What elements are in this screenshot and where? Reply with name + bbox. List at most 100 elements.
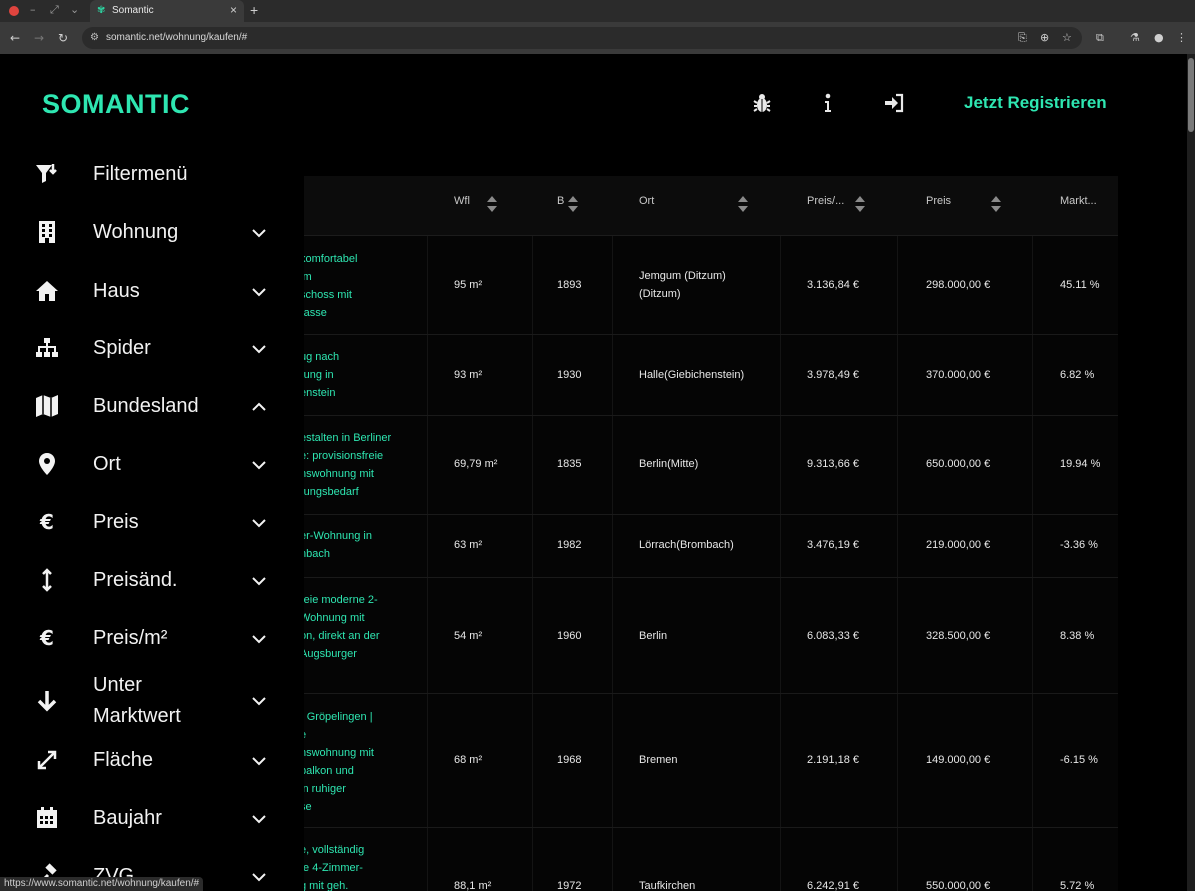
table-row[interactable]: komfortabel im schoss mit rasse 95 m² 18…	[304, 236, 1118, 335]
table-row[interactable]: er-Wohnung in nbach 63 m² 1982 Lörrach(B…	[304, 515, 1118, 578]
listing-title-link[interactable]: - Gröpelingen | e nswohnung mit balkon u…	[304, 708, 416, 816]
window-close-button[interactable]	[9, 6, 19, 16]
listing-title-link[interactable]: komfortabel im schoss mit rasse	[304, 250, 416, 322]
chevron-down-icon[interactable]	[250, 514, 268, 532]
cell-marktwert: -6.15 %	[1060, 754, 1098, 766]
sort-icon[interactable]	[487, 196, 497, 214]
sidebar-item-ort[interactable]: Ort	[0, 440, 304, 488]
title-line: im	[304, 271, 312, 283]
forward-arrow-icon[interactable]: →	[34, 30, 44, 46]
column-header-baujahr[interactable]: B	[557, 194, 564, 208]
table-row[interactable]: e, vollständig te 4-Zimmer- g mit geh. 8…	[304, 828, 1118, 891]
cell-preis-m2: 3.136,84 €	[807, 279, 859, 291]
cell-preis-m2: 3.978,49 €	[807, 369, 859, 381]
sidebar-item-wohnung[interactable]: Wohnung	[0, 208, 304, 256]
table-row[interactable]: ug nach rung in enstein 93 m² 1930 Halle…	[304, 335, 1118, 416]
listing-title-link[interactable]: e, vollständig te 4-Zimmer- g mit geh.	[304, 841, 416, 891]
sidebar-item-flaeche[interactable]: Fläche	[0, 736, 304, 784]
sort-icon[interactable]	[855, 196, 865, 214]
new-tab-button[interactable]: +	[250, 2, 258, 18]
sort-icon[interactable]	[991, 196, 1001, 214]
menu-dots-icon[interactable]: ⋮	[1176, 31, 1187, 45]
sidebar-item-haus[interactable]: Haus	[0, 266, 304, 314]
zoom-icon[interactable]: ⊕	[1040, 31, 1049, 45]
browser-address-bar: ← → ↻ ⚙ somantic.net/wohnung/kaufen/# ⎘ …	[0, 22, 1195, 54]
browser-tab[interactable]: ✾ Somantic ×	[90, 0, 244, 22]
title-line: e	[304, 726, 416, 744]
sidebar-item-spider[interactable]: Spider	[0, 324, 304, 372]
tab-title: Somantic	[112, 5, 154, 16]
page-scrollbar[interactable]	[1187, 54, 1195, 891]
listing-title-link[interactable]: er-Wohnung in nbach	[304, 527, 416, 563]
tab-close-icon[interactable]: ×	[230, 3, 237, 17]
translate-icon[interactable]: ⎘	[1018, 31, 1027, 45]
extensions-icon[interactable]: ⧉	[1096, 31, 1104, 45]
cell-wfl: 68 m²	[454, 754, 483, 766]
chevron-down-icon[interactable]	[250, 810, 268, 828]
title-line: Augsburger	[304, 648, 357, 660]
bookmark-star-icon[interactable]: ☆	[1062, 31, 1072, 45]
cell-preis-m2: 9.313,66 €	[807, 458, 859, 470]
cell-preis-m2: 6.083,33 €	[807, 630, 859, 642]
profile-icon[interactable]: ●	[1154, 31, 1164, 45]
title-line: nswohnung mit	[304, 747, 374, 759]
register-link[interactable]: Jetzt Registrieren	[964, 92, 1107, 114]
listing-title-link[interactable]: ug nach rung in enstein	[304, 348, 416, 402]
expand-arrows-icon	[34, 747, 60, 773]
logo[interactable]: SOMANTIC	[42, 88, 190, 120]
url-field[interactable]: ⚙ somantic.net/wohnung/kaufen/#	[82, 27, 1082, 49]
cell-marktwert: 6.82 %	[1060, 369, 1095, 381]
site-settings-icon[interactable]: ⚙	[90, 31, 99, 45]
sitemap-icon	[34, 335, 60, 361]
reload-icon[interactable]: ↻	[58, 30, 68, 46]
title-line: reie moderne 2-	[304, 594, 378, 606]
scrollbar-thumb[interactable]	[1188, 58, 1194, 132]
sidebar-item-filtermenu[interactable]: Filtermenü	[0, 150, 304, 198]
window-restore-button[interactable]: ⤢	[50, 3, 59, 17]
window-minimize-button[interactable]: –	[30, 3, 36, 17]
cell-marktwert: 19.94 %	[1060, 458, 1101, 470]
bug-icon[interactable]	[752, 92, 772, 114]
sidebar-item-preis[interactable]: € Preis	[0, 498, 304, 546]
chevron-down-icon[interactable]	[250, 868, 268, 886]
title-line: Wohnung mit	[304, 612, 365, 624]
chevron-down-icon[interactable]	[250, 340, 268, 358]
sign-in-icon[interactable]	[884, 92, 904, 114]
tab-list-chevron-icon[interactable]: ⌄	[70, 3, 79, 17]
chevron-down-icon[interactable]	[250, 224, 268, 242]
column-header-wfl[interactable]: Wfl	[454, 194, 470, 208]
info-icon[interactable]	[818, 92, 838, 114]
chevron-down-icon[interactable]	[250, 572, 268, 590]
column-header-ort[interactable]: Ort	[639, 194, 654, 208]
listing-title-link[interactable]: estalten in Berliner e: provisionsfreie …	[304, 429, 416, 501]
cell-wfl: 63 m²	[454, 539, 483, 551]
chevron-up-icon[interactable]	[250, 398, 268, 416]
title-line: rungsbedarf	[304, 486, 359, 498]
table-row[interactable]: estalten in Berliner e: provisionsfreie …	[304, 416, 1118, 515]
table-row[interactable]: - Gröpelingen | e nswohnung mit balkon u…	[304, 694, 1118, 828]
labs-icon[interactable]: ⚗	[1130, 31, 1140, 45]
back-arrow-icon[interactable]: ←	[10, 30, 20, 46]
sort-icon[interactable]	[738, 196, 748, 214]
chevron-down-icon[interactable]	[250, 456, 268, 474]
sort-icon[interactable]	[568, 196, 578, 214]
chevron-down-icon[interactable]	[250, 692, 268, 710]
cell-marktwert: 8.38 %	[1060, 630, 1095, 642]
column-header-preis[interactable]: Preis	[926, 194, 951, 208]
listing-title-link[interactable]: reie moderne 2- Wohnung mit on, direkt a…	[304, 591, 416, 663]
sidebar-item-bundesland[interactable]: Bundesland	[0, 382, 304, 430]
table-row[interactable]: reie moderne 2- Wohnung mit on, direkt a…	[304, 578, 1118, 694]
sidebar-item-baujahr[interactable]: Baujahr	[0, 794, 304, 842]
chevron-down-icon[interactable]	[250, 630, 268, 648]
cell-preis: 550.000,00 €	[926, 880, 991, 891]
sidebar-item-preisaend[interactable]: Preisänd.	[0, 556, 304, 604]
chevron-down-icon[interactable]	[250, 283, 268, 301]
chevron-down-icon[interactable]	[250, 752, 268, 770]
sidebar-item-preis-m2[interactable]: € Preis/m²	[0, 614, 304, 662]
cell-ort: Berlin(Mitte)	[639, 458, 699, 470]
euro-icon: €	[40, 510, 54, 534]
sidebar-item-unter-marktwert[interactable]: Unter Marktwert	[0, 668, 304, 734]
building-icon	[34, 219, 60, 245]
column-header-preis-m2[interactable]: Preis/...	[807, 194, 844, 208]
column-header-marktwert[interactable]: Markt...	[1060, 194, 1097, 208]
